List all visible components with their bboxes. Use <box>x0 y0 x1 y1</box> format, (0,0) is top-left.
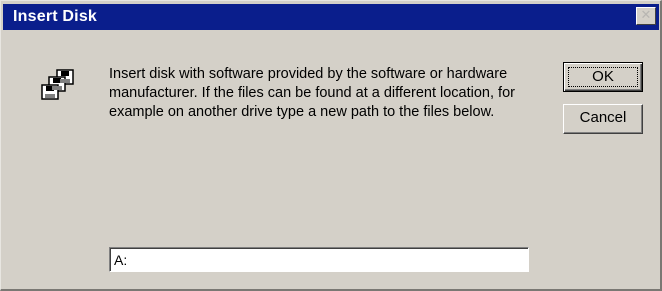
ok-button-label: OK <box>568 67 638 87</box>
path-input[interactable] <box>109 247 529 272</box>
dialog-message: Insert disk with software provided by th… <box>109 66 515 120</box>
insert-disk-dialog: Insert Disk ✕ Insert disk with software … <box>0 0 662 291</box>
floppy-disks-icon <box>41 68 81 102</box>
window-title: Insert Disk <box>13 8 98 25</box>
close-button[interactable]: ✕ <box>636 7 656 25</box>
cancel-button[interactable]: Cancel <box>563 104 643 134</box>
close-icon: ✕ <box>640 8 652 23</box>
ok-button[interactable]: OK <box>563 62 643 92</box>
title-bar[interactable]: Insert Disk ✕ <box>3 4 659 30</box>
